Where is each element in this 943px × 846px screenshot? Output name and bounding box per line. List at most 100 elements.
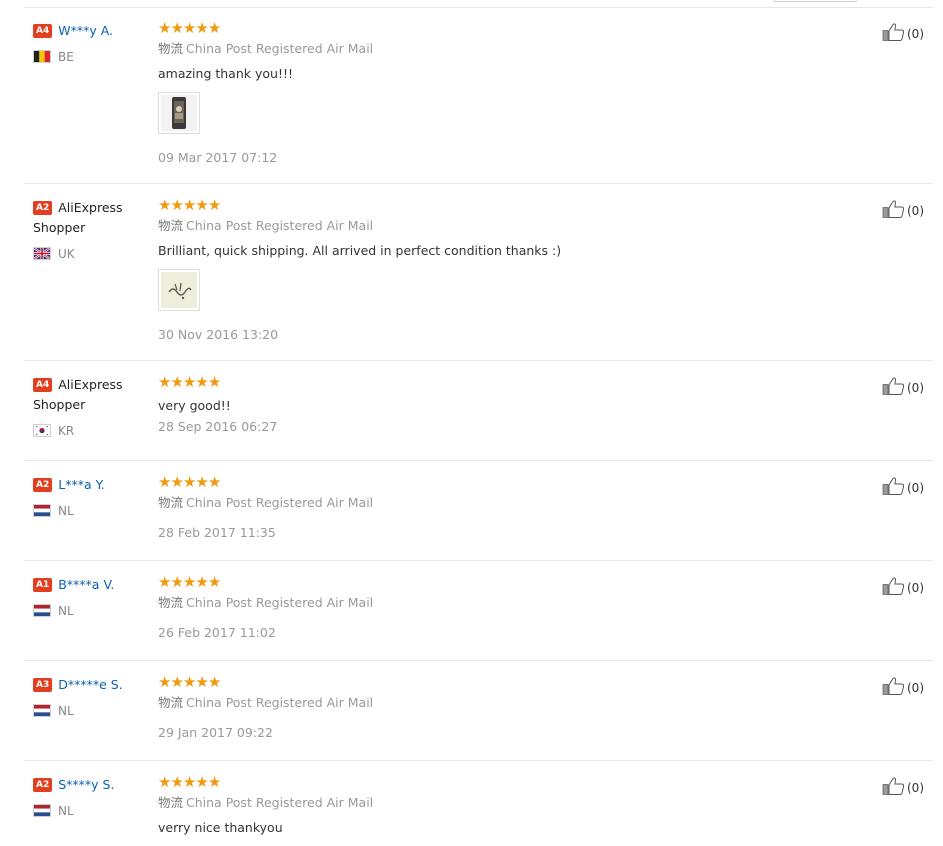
review-comment: amazing thank you!!! [158, 66, 293, 81]
shipping-text: China Post Registered Air Mail [186, 218, 374, 233]
shipping-method: 物流 China Post Registered Air Mail [158, 40, 798, 58]
helpful-button[interactable]: (0) [882, 199, 924, 219]
reviewer-name[interactable]: D*****e S. [58, 677, 122, 692]
star-icon: ★ [158, 373, 171, 391]
star-rating: ★★★★★ [158, 374, 798, 390]
reviewer-info: A2 L***a Y. NL [33, 474, 148, 519]
country-flag-icon [33, 804, 51, 817]
shipping-label: 物流 [158, 41, 184, 56]
review-item: A4 AliExpress Shopper KR ★★★★★ very good!! 28… [24, 361, 933, 461]
sort-dropdown[interactable] [773, 0, 857, 2]
reviewer-name[interactable]: S****y S. [58, 777, 114, 792]
review-comment: very good!! [158, 398, 231, 413]
star-rating: ★★★★★ [158, 574, 798, 590]
star-icon: ★ [158, 196, 171, 214]
helpful-button[interactable]: (0) [882, 22, 924, 42]
star-icon: ★ [158, 773, 171, 791]
shipping-label: 物流 [158, 795, 184, 810]
star-icon: ★ [170, 573, 183, 591]
reviewer-name[interactable]: L***a Y. [58, 477, 104, 492]
shipping-method: 物流 China Post Registered Air Mail [158, 217, 798, 235]
review-content: ★★★★★ 物流 China Post Registered Air Mail 29 … [158, 674, 798, 742]
thumbs-up-icon[interactable] [882, 476, 906, 496]
thumbs-up-icon[interactable] [882, 199, 906, 219]
reviewer-country: KR [33, 423, 148, 439]
thumbs-up-icon[interactable] [882, 676, 906, 696]
reviewer-country: NL [33, 703, 148, 719]
review-content: ★★★★★ 物流 China Post Registered Air Mail 26 … [158, 574, 798, 642]
country-flag-icon [33, 50, 51, 63]
reviewer-info: A4 AliExpress Shopper KR [33, 374, 148, 439]
helpful-count: (0) [907, 27, 924, 41]
review-date: 30 Nov 2016 13:20 [158, 327, 279, 342]
shipping-text: China Post Registered Air Mail [186, 495, 374, 510]
shipping-method: 物流 China Post Registered Air Mail [158, 494, 798, 512]
helpful-button[interactable]: (0) [882, 376, 924, 396]
review-date: 28 Sep 2016 06:27 [158, 419, 278, 434]
country-flag-icon [33, 504, 51, 517]
country-code: BE [58, 50, 74, 64]
country-flag-icon [33, 604, 51, 617]
star-rating: ★★★★★ [158, 774, 798, 790]
country-flag-icon [33, 247, 51, 260]
country-code: NL [58, 704, 74, 718]
review-item: A3 D*****e S. NL ★★★★★ 物流 China Post Register… [24, 661, 933, 761]
star-icon: ★ [195, 573, 208, 591]
buyer-level-badge: A2 [33, 201, 53, 215]
review-item: A2 L***a Y. NL ★★★★★ 物流 China Post Registered… [24, 461, 933, 561]
helpful-button[interactable]: (0) [882, 476, 924, 496]
shipping-text: China Post Registered Air Mail [186, 795, 374, 810]
star-icon: ★ [195, 773, 208, 791]
feedback-list: A4 W***y A. BE ★★★★★ 物流 China Post Registered… [24, 7, 933, 846]
shipping-label: 物流 [158, 218, 184, 233]
review-item: A4 W***y A. BE ★★★★★ 物流 China Post Registered… [24, 7, 933, 184]
review-photo[interactable] [158, 269, 200, 311]
star-icon: ★ [207, 473, 221, 491]
star-icon: ★ [158, 19, 171, 37]
review-item: A2 AliExpress Shopper UK ★★★★★ 物流 China Post … [24, 184, 933, 361]
reviewer-name[interactable]: W***y A. [58, 23, 113, 38]
country-flag-icon [33, 704, 51, 717]
star-icon: ★ [170, 473, 183, 491]
review-content: ★★★★★ very good!! 28 Sep 2016 06:27 [158, 374, 798, 436]
review-item: A1 B****a V. NL ★★★★★ 物流 China Post Registere… [24, 561, 933, 661]
review-content: ★★★★★ 物流 China Post Registered Air Mail ver… [158, 774, 798, 837]
star-icon: ★ [158, 473, 171, 491]
reviewer-country: BE [33, 49, 148, 65]
review-photo[interactable] [158, 92, 200, 134]
review-date: 26 Feb 2017 11:02 [158, 625, 276, 640]
star-icon: ★ [182, 373, 196, 391]
star-icon: ★ [195, 673, 208, 691]
thumbs-up-icon[interactable] [882, 376, 906, 396]
thumbs-up-icon[interactable] [882, 576, 906, 596]
star-icon: ★ [182, 473, 196, 491]
helpful-button[interactable]: (0) [882, 676, 924, 696]
shipping-label: 物流 [158, 495, 184, 510]
thumbs-up-icon[interactable] [882, 22, 906, 42]
helpful-button[interactable]: (0) [882, 576, 924, 596]
review-comment: Brilliant, quick shipping. All arrived i… [158, 243, 562, 258]
reviewer-info: A4 W***y A. BE [33, 20, 148, 65]
shipping-text: China Post Registered Air Mail [186, 595, 374, 610]
country-code: NL [58, 804, 74, 818]
buyer-level-badge: A2 [33, 478, 53, 492]
buyer-level-badge: A4 [33, 24, 53, 38]
star-icon: ★ [170, 673, 183, 691]
country-code: KR [58, 424, 75, 438]
shipping-method: 物流 China Post Registered Air Mail [158, 694, 798, 712]
reviewer-name[interactable]: B****a V. [58, 577, 114, 592]
buyer-level-badge: A4 [33, 378, 53, 392]
star-icon: ★ [182, 573, 196, 591]
buyer-level-badge: A2 [33, 778, 53, 792]
review-date: 28 Feb 2017 11:35 [158, 525, 276, 540]
reviewer-info: A3 D*****e S. NL [33, 674, 148, 719]
helpful-button[interactable]: (0) [882, 776, 924, 796]
country-code: NL [58, 604, 74, 618]
star-icon: ★ [182, 19, 196, 37]
star-icon: ★ [182, 196, 196, 214]
shipping-text: China Post Registered Air Mail [186, 41, 374, 56]
thumbs-up-icon[interactable] [882, 776, 906, 796]
star-icon: ★ [182, 673, 196, 691]
buyer-level-badge: A1 [33, 578, 53, 592]
helpful-count: (0) [907, 681, 924, 695]
